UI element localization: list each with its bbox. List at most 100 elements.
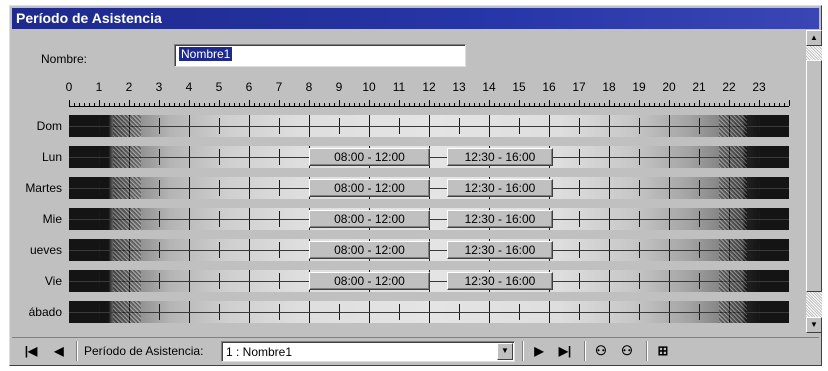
toolbar-separator xyxy=(76,341,78,361)
binoculars-next-icon[interactable]: ⚇ xyxy=(618,342,636,360)
binoculars-icon[interactable]: ⚇ xyxy=(592,342,610,360)
time-slot[interactable]: 08:00 - 12:00 xyxy=(309,210,430,228)
scroll-thumb[interactable] xyxy=(806,60,822,292)
transition-dither xyxy=(719,239,747,261)
hour-label: 19 xyxy=(632,80,646,94)
name-value[interactable]: Nombre1 xyxy=(179,47,233,61)
schedule-row: ueves 08:00 - 12:00 12:30 - 16:00 xyxy=(12,239,803,261)
hour-label: 5 xyxy=(215,80,223,94)
transition-dither xyxy=(719,146,747,168)
day-timeline-bar[interactable]: 08:00 - 12:00 12:30 - 16:00 xyxy=(69,146,789,168)
hour-label: 3 xyxy=(155,80,163,94)
hour-label: 10 xyxy=(362,80,376,94)
period-select-value: 1 : Nombre1 xyxy=(226,345,293,359)
name-label: Nombre: xyxy=(41,52,88,66)
day-label: ueves xyxy=(12,243,62,257)
time-slot[interactable]: 08:00 - 12:00 xyxy=(309,272,430,290)
day-label: Mie xyxy=(12,212,62,226)
transition-dither xyxy=(719,208,747,230)
day-label: ábado xyxy=(12,305,62,319)
day-timeline-bar[interactable]: 08:00 - 12:00 12:30 - 16:00 xyxy=(69,270,789,292)
last-record-icon[interactable]: ▶| xyxy=(556,342,574,360)
time-slot[interactable]: 12:30 - 16:00 xyxy=(447,272,553,290)
toolbar-separator xyxy=(646,341,648,361)
day-timeline-bar[interactable]: 08:00 - 12:00 12:30 - 16:00 xyxy=(69,177,789,199)
hour-label: 7 xyxy=(275,80,283,94)
schedule-row: Mie 08:00 - 12:00 12:30 - 16:00 xyxy=(12,208,803,230)
chevron-down-icon[interactable]: ▼ xyxy=(497,343,513,360)
transition-dither xyxy=(719,115,747,137)
day-name: Dom xyxy=(36,119,62,133)
transition-dither xyxy=(113,146,141,168)
hour-label: 9 xyxy=(335,80,343,94)
day-label: Vie xyxy=(12,274,62,288)
schedule-row: Martes 08:00 - 12:00 12:30 - 16:00 xyxy=(12,177,803,199)
hour-label: 13 xyxy=(452,80,466,94)
time-slot[interactable]: 08:00 - 12:00 xyxy=(309,179,430,197)
transition-dither xyxy=(113,270,141,292)
hour-label: 0 xyxy=(65,80,73,94)
hour-label: 8 xyxy=(305,80,313,94)
prev-record-icon[interactable]: ◀ xyxy=(50,342,68,360)
day-name: Vie xyxy=(44,274,62,288)
hour-label: 1 xyxy=(95,80,103,94)
row-midline xyxy=(69,126,789,127)
day-name: Lun xyxy=(41,150,62,164)
period-select[interactable]: 1 : Nombre1 ▼ xyxy=(221,341,515,362)
name-field[interactable]: Nombre1 xyxy=(174,44,466,67)
time-slot[interactable]: 08:00 - 12:00 xyxy=(309,148,430,166)
hour-label: 22 xyxy=(722,80,736,94)
transition-dither xyxy=(113,208,141,230)
vertical-scrollbar[interactable]: ▲ ▼ xyxy=(806,30,822,333)
next-record-icon[interactable]: ▶ xyxy=(530,342,548,360)
hour-label: 16 xyxy=(542,80,556,94)
hour-label: 11 xyxy=(392,80,406,94)
day-name: Martes xyxy=(25,181,62,195)
day-name: ábado xyxy=(28,305,62,319)
schedule-row: Dom xyxy=(12,115,803,137)
scroll-down-button[interactable]: ▼ xyxy=(806,317,822,333)
time-slot[interactable]: 08:00 - 12:00 xyxy=(309,241,430,259)
hour-label: 17 xyxy=(572,80,586,94)
scroll-up-button[interactable]: ▲ xyxy=(806,30,822,46)
day-timeline-bar[interactable] xyxy=(69,301,789,323)
day-label: Dom xyxy=(12,119,62,133)
toolbar-separator xyxy=(522,341,524,361)
period-label: Período de Asistencia: xyxy=(84,344,204,358)
hour-label: 21 xyxy=(692,80,706,94)
hour-label: 15 xyxy=(512,80,526,94)
time-slot[interactable]: 12:30 - 16:00 xyxy=(447,210,553,228)
time-slot[interactable]: 12:30 - 16:00 xyxy=(447,179,553,197)
time-slot[interactable]: 12:30 - 16:00 xyxy=(447,241,553,259)
hour-label: 6 xyxy=(245,80,253,94)
hour-label: 4 xyxy=(185,80,193,94)
transition-dither xyxy=(113,115,141,137)
hour-label: 2 xyxy=(125,80,133,94)
toolbar-separator xyxy=(584,341,586,361)
schedule-row: Lun 08:00 - 12:00 12:30 - 16:00 xyxy=(12,146,803,168)
time-slot[interactable]: 12:30 - 16:00 xyxy=(447,148,553,166)
first-record-icon[interactable]: |◀ xyxy=(22,342,40,360)
ruler-tick xyxy=(789,100,790,106)
hour-label: 18 xyxy=(602,80,616,94)
schedule-row: Vie 08:00 - 12:00 12:30 - 16:00 xyxy=(12,270,803,292)
transition-dither xyxy=(719,177,747,199)
transition-dither xyxy=(719,301,747,323)
schedule-row: ábado xyxy=(12,301,803,323)
hour-ruler: 0 1 2 3 4 5 6 7 8 9 10 11 12 13 14 15 16 17 18 19 20 21 22 23 xyxy=(12,80,803,110)
day-timeline-bar[interactable]: 08:00 - 12:00 12:30 - 16:00 xyxy=(69,239,789,261)
transition-dither xyxy=(113,301,141,323)
new-record-icon[interactable]: ⊞ xyxy=(654,342,672,360)
schedule-content: Nombre: Nombre1 0 1 2 3 4 5 6 7 8 9 10 11 12 13 14 15 16… xyxy=(12,30,803,332)
day-timeline-bar[interactable] xyxy=(69,115,789,137)
hour-label: 12 xyxy=(422,80,436,94)
day-timeline-bar[interactable]: 08:00 - 12:00 12:30 - 16:00 xyxy=(69,208,789,230)
hour-label: 23 xyxy=(752,80,766,94)
transition-dither xyxy=(719,270,747,292)
day-name: ueves xyxy=(29,243,62,257)
navigation-toolbar: |◀ ◀ Período de Asistencia: 1 : Nombre1 … xyxy=(12,337,819,363)
hour-label: 14 xyxy=(482,80,496,94)
ruler-baseline xyxy=(69,106,789,107)
day-label: Martes xyxy=(12,181,62,195)
hour-label: 20 xyxy=(662,80,676,94)
